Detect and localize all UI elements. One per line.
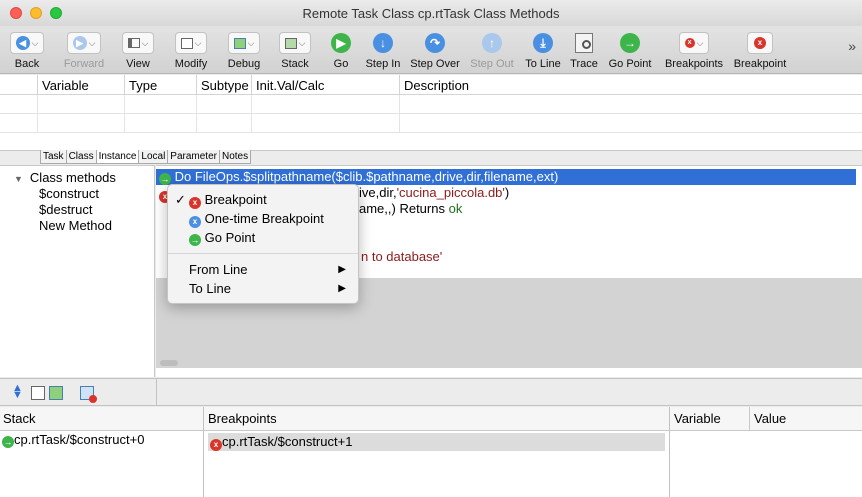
tree-group-class-methods[interactable]: ▼ Class methods <box>14 170 116 187</box>
column-header[interactable]: Subtype <box>197 75 252 94</box>
breakpoints-icon: x ⌵ <box>678 32 710 54</box>
submenu-arrow-icon: ▶ <box>338 264 346 275</box>
tab-local[interactable]: Local <box>138 150 169 164</box>
debug-icon[interactable] <box>49 386 63 400</box>
go-point-button[interactable]: → Go Point <box>605 30 655 70</box>
debugger-window: Remote Task Class cp.rtTask Class Method… <box>0 0 862 497</box>
window-title: Remote Task Class cp.rtTask Class Method… <box>302 6 560 21</box>
tree-item-destruct[interactable]: $destruct <box>39 202 92 218</box>
tab-notes[interactable]: Notes <box>218 150 252 164</box>
variables-header: Variable Type Subtype Init.Val/Calc Desc… <box>0 75 862 95</box>
view-button[interactable]: ⌵ View <box>121 30 155 70</box>
stack-row[interactable]: → cp.rtTask/$construct+0 <box>0 431 203 449</box>
debug-button[interactable]: ⌵ Debug <box>224 30 264 70</box>
modify-button[interactable]: ⌵ Modify <box>170 30 212 70</box>
code-line-3-text: ame,,) Returns ok <box>359 201 463 216</box>
one-time-breakpoint-icon: x <box>189 216 201 228</box>
tab-instance[interactable]: Instance <box>95 150 140 164</box>
edit-icon[interactable] <box>31 386 45 400</box>
title-bar: Remote Task Class cp.rtTask Class Method… <box>0 0 862 26</box>
column-header[interactable]: Description <box>400 75 862 94</box>
to-line-icon: ⤓ <box>533 33 553 53</box>
menu-item-to-line[interactable]: To Line ▶ <box>168 279 358 298</box>
step-over-button[interactable]: ↷ Step Over <box>408 30 462 70</box>
to-line-button[interactable]: ⤓ To Line <box>522 30 564 70</box>
menu-separator <box>168 253 358 254</box>
go-point-marker-icon: → <box>2 436 14 448</box>
go-play-icon: ▶ <box>331 33 351 53</box>
code-line-6-text: n to database' <box>361 249 443 264</box>
breakpoints-pane: Breakpoints x cp.rtTask/$construct+1 <box>204 407 670 497</box>
trace-button[interactable]: Trace <box>568 30 600 70</box>
stack-button[interactable]: ⌵ Stack <box>276 30 314 70</box>
stack-pane-title: Stack <box>0 407 203 431</box>
breakpoints-pane-title: Breakpoints <box>204 407 669 431</box>
forward-arrow-icon: ▶ ⌵ <box>66 32 102 54</box>
breakpoint-row[interactable]: x cp.rtTask/$construct+1 <box>208 433 665 451</box>
breakpoint-window-icon[interactable] <box>80 386 97 403</box>
back-arrow-icon: ◀ ⌵ <box>9 32 45 54</box>
values-header: Variable Value <box>670 407 862 431</box>
step-in-icon: ↓ <box>373 33 393 53</box>
menu-item-from-line[interactable]: From Line ▶ <box>168 260 358 279</box>
tab-task[interactable]: Task <box>40 150 67 164</box>
stack-pane: Stack → cp.rtTask/$construct+0 <box>0 407 204 497</box>
checkmark-icon: ✓ <box>175 192 186 207</box>
variables-table: Variable Type Subtype Init.Val/Calc Desc… <box>0 75 862 151</box>
column-header[interactable]: Variable <box>38 75 125 94</box>
tab-parameter[interactable]: Parameter <box>167 150 220 164</box>
trace-icon <box>575 33 593 53</box>
row-marker-column <box>0 75 38 94</box>
tree-item-construct[interactable]: $construct <box>39 186 99 202</box>
breakpoint-red-icon: x <box>189 197 201 209</box>
view-icon: ⌵ <box>121 32 155 54</box>
menu-item-go-point[interactable]: → Go Point <box>168 228 358 247</box>
breakpoint-icon: x <box>747 32 773 54</box>
column-header[interactable]: Variable <box>670 407 750 430</box>
step-over-icon: ↷ <box>425 33 445 53</box>
toolbar: ◀ ⌵ Back ▶ ⌵ Forward ⌵ View ⌵ Modify ⌵ Deb… <box>0 26 862 74</box>
breakpoints-button[interactable]: x ⌵ Breakpoints <box>660 30 728 70</box>
breakpoint-button[interactable]: x Breakpoint <box>732 30 788 70</box>
disclosure-triangle-icon[interactable]: ▼ <box>14 174 23 184</box>
context-menu: ✓ x Breakpoint x One-time Breakpoint → G… <box>167 184 359 304</box>
menu-item-one-time-breakpoint[interactable]: x One-time Breakpoint <box>168 209 358 228</box>
go-point-icon: → <box>620 33 640 53</box>
stack-icon: ⌵ <box>278 32 312 54</box>
go-point-marker-icon: → <box>159 173 171 185</box>
step-out-button[interactable]: ↑ Step Out <box>467 30 517 70</box>
go-button[interactable]: ▶ Go <box>330 30 352 70</box>
horizontal-scrollbar[interactable] <box>160 360 178 366</box>
table-row[interactable] <box>0 95 862 114</box>
step-in-button[interactable]: ↓ Step In <box>364 30 402 70</box>
step-out-icon: ↑ <box>482 33 502 53</box>
table-row[interactable] <box>0 114 862 133</box>
debug-toolbar: ▲ ▼ <box>0 378 862 406</box>
forward-button[interactable]: ▶ ⌵ Forward <box>62 30 106 70</box>
menu-item-breakpoint[interactable]: ✓ x Breakpoint <box>168 190 358 209</box>
variable-tabs: Task Class Instance Local Parameter Note… <box>40 150 252 164</box>
debug-icon: ⌵ <box>227 32 261 54</box>
modify-icon: ⌵ <box>174 32 208 54</box>
sort-arrows-icon[interactable]: ▲ ▼ <box>12 383 24 401</box>
tree-item-new-method[interactable]: New Method <box>39 218 112 234</box>
breakpoint-red-icon: x <box>210 439 222 451</box>
column-header[interactable]: Value <box>750 407 786 430</box>
back-button[interactable]: ◀ ⌵ Back <box>9 30 45 70</box>
submenu-arrow-icon: ▶ <box>338 283 346 294</box>
column-header[interactable]: Init.Val/Calc <box>252 75 400 94</box>
go-point-green-icon: → <box>189 234 201 246</box>
tab-class[interactable]: Class <box>65 150 97 164</box>
method-tree: ▼ Class methods $construct $destruct New … <box>0 165 155 377</box>
toolbar-overflow-icon[interactable]: » <box>848 38 856 54</box>
code-line-1[interactable]: → Do FileOps.$splitpathname($clib.$pathn… <box>156 169 856 185</box>
code-line-2-text: ive,dir,'cucina_piccola.db') <box>359 185 510 200</box>
divider <box>156 379 157 406</box>
column-header[interactable]: Type <box>125 75 197 94</box>
values-pane: Variable Value <box>670 407 862 497</box>
